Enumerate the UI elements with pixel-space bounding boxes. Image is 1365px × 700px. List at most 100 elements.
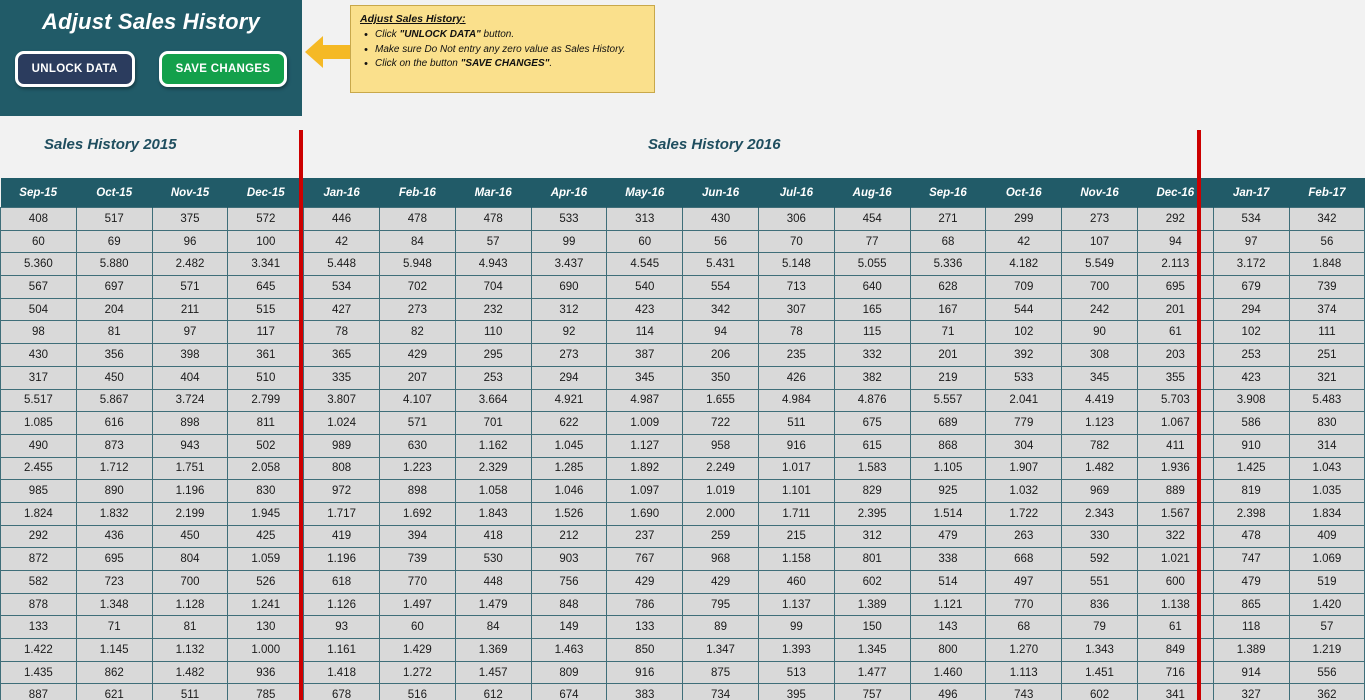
sales-cell[interactable]: 723 [75,570,153,594]
sales-cell[interactable]: 427 [303,297,380,322]
column-header-dec-16[interactable]: Dec-16 [1137,178,1214,208]
sales-cell[interactable]: 418 [454,524,532,549]
sales-cell[interactable]: 259 [682,524,759,549]
sales-cell[interactable]: 60 [0,229,77,254]
sales-cell[interactable]: 84 [378,229,456,254]
sales-cell[interactable]: 79 [1061,615,1138,640]
sales-cell[interactable]: 342 [1288,207,1365,231]
sales-cell[interactable]: 602 [1061,683,1138,700]
sales-cell[interactable]: 1.389 [833,592,911,617]
sales-cell[interactable]: 1.892 [606,456,684,481]
sales-cell[interactable]: 1.032 [985,479,1063,503]
sales-cell[interactable]: 294 [1212,297,1290,322]
sales-history-table-container[interactable]: Sep-15 Oct-15 Nov-15 Dec-15 Jan-16 Feb-16 Mar-… [0,178,1365,700]
sales-cell[interactable]: 404 [151,365,229,390]
sales-cell[interactable]: 1.069 [1288,547,1365,571]
sales-cell[interactable]: 201 [909,343,987,367]
sales-cell[interactable]: 985 [0,479,77,503]
sales-cell[interactable]: 496 [909,683,987,700]
sales-cell[interactable]: 1.843 [454,501,532,526]
sales-cell[interactable]: 383 [606,683,684,700]
sales-cell[interactable]: 1.024 [303,411,380,435]
sales-cell[interactable]: 60 [378,615,456,640]
sales-cell[interactable]: 419 [303,524,380,549]
sales-cell[interactable]: 1.000 [227,638,305,662]
sales-cell[interactable]: 713 [757,275,835,299]
sales-cell[interactable]: 519 [1288,570,1365,594]
sales-cell[interactable]: 540 [606,275,684,299]
sales-cell[interactable]: 133 [606,615,684,640]
sales-cell[interactable]: 92 [530,320,608,345]
sales-cell[interactable]: 734 [682,683,759,700]
sales-cell[interactable]: 621 [75,683,153,700]
sales-cell[interactable]: 668 [985,547,1063,571]
sales-cell[interactable]: 811 [227,411,305,435]
sales-cell[interactable]: 429 [682,570,759,594]
sales-cell[interactable]: 345 [606,365,684,390]
sales-cell[interactable]: 321 [1288,365,1365,390]
sales-cell[interactable]: 679 [1212,275,1290,299]
sales-cell[interactable]: 1.067 [1136,411,1214,435]
sales-cell[interactable]: 382 [833,365,911,390]
sales-cell[interactable]: 387 [606,343,684,367]
sales-cell[interactable]: 910 [1212,433,1290,458]
sales-cell[interactable]: 273 [1061,207,1138,231]
sales-cell[interactable]: 1.526 [530,501,608,526]
sales-cell[interactable]: 118 [1212,615,1290,640]
sales-cell[interactable]: 425 [227,524,305,549]
sales-cell[interactable]: 972 [303,479,380,503]
sales-cell[interactable]: 2.329 [454,456,532,481]
sales-cell[interactable]: 398 [151,343,229,367]
sales-cell[interactable]: 350 [682,365,759,390]
sales-cell[interactable]: 517 [75,207,153,231]
sales-cell[interactable]: 700 [1061,275,1138,299]
sales-cell[interactable]: 4.984 [757,388,835,413]
column-header-sep-16[interactable]: Sep-16 [910,178,987,208]
sales-cell[interactable]: 2.199 [151,501,229,526]
sales-cell[interactable]: 242 [1061,297,1138,322]
sales-cell[interactable]: 479 [909,524,987,549]
sales-cell[interactable]: 90 [1061,320,1138,345]
sales-cell[interactable]: 916 [606,660,684,685]
sales-cell[interactable]: 454 [833,207,911,231]
sales-cell[interactable]: 5.055 [833,252,911,277]
sales-cell[interactable]: 448 [454,570,532,594]
sales-cell[interactable]: 355 [1136,365,1214,390]
sales-cell[interactable]: 516 [378,683,456,700]
column-header-mar-16[interactable]: Mar-16 [455,178,532,208]
sales-cell[interactable]: 304 [985,433,1063,458]
sales-cell[interactable]: 215 [757,524,835,549]
sales-cell[interactable]: 356 [75,343,153,367]
sales-cell[interactable]: 616 [75,411,153,435]
sales-cell[interactable]: 3.908 [1212,388,1290,413]
column-header-aug-16[interactable]: Aug-16 [834,178,911,208]
sales-cell[interactable]: 770 [378,570,456,594]
sales-cell[interactable]: 582 [0,570,77,594]
sales-cell[interactable]: 1.347 [682,638,759,662]
column-header-oct-16[interactable]: Oct-16 [985,178,1063,208]
sales-cell[interactable]: 690 [530,275,608,299]
sales-cell[interactable]: 93 [303,615,380,640]
sales-cell[interactable]: 1.420 [1288,592,1365,617]
sales-cell[interactable]: 2.343 [1061,501,1138,526]
sales-cell[interactable]: 571 [151,275,229,299]
sales-cell[interactable]: 5.880 [75,252,153,277]
sales-cell[interactable]: 2.041 [985,388,1063,413]
sales-cell[interactable]: 5.448 [303,252,380,277]
sales-cell[interactable]: 533 [530,207,608,231]
sales-cell[interactable]: 1.137 [757,592,835,617]
sales-cell[interactable]: 478 [378,207,456,231]
sales-cell[interactable]: 586 [1212,411,1290,435]
sales-cell[interactable]: 511 [151,683,229,700]
sales-cell[interactable]: 709 [985,275,1063,299]
sales-cell[interactable]: 61 [1136,320,1214,345]
sales-cell[interactable]: 716 [1136,660,1214,685]
sales-cell[interactable]: 767 [606,547,684,571]
sales-cell[interactable]: 1.389 [1212,638,1290,662]
sales-cell[interactable]: 99 [530,229,608,254]
sales-cell[interactable]: 273 [378,297,456,322]
sales-cell[interactable]: 1.832 [75,501,153,526]
column-header-oct-15[interactable]: Oct-15 [76,178,153,208]
sales-cell[interactable]: 2.113 [1136,252,1214,277]
sales-cell[interactable]: 82 [378,320,456,345]
